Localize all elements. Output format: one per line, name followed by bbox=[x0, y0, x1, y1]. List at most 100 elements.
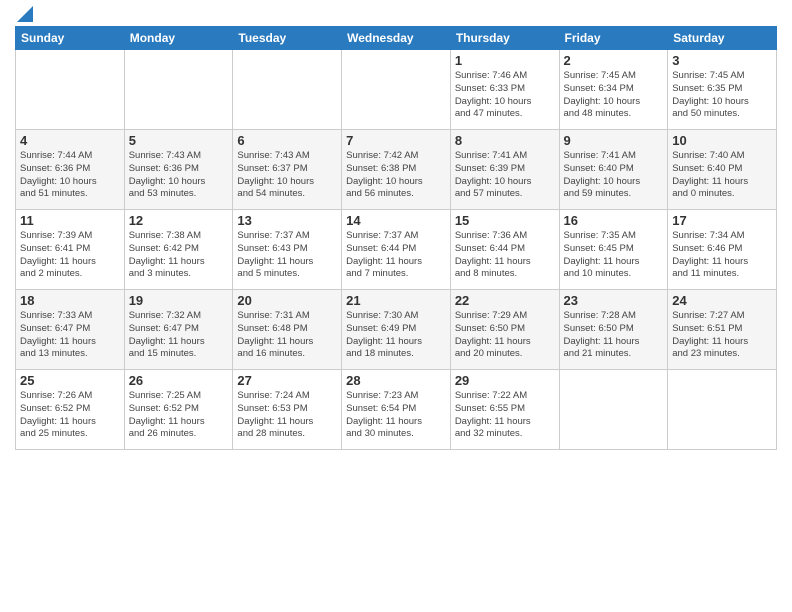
calendar-cell: 26Sunrise: 7:25 AMSunset: 6:52 PMDayligh… bbox=[124, 370, 233, 450]
day-info: Sunrise: 7:30 AMSunset: 6:49 PMDaylight:… bbox=[346, 310, 446, 361]
day-number: 3 bbox=[672, 53, 772, 68]
calendar-cell: 29 Sunrise: 7:22 AMSunset: 6:55 PMDayligh… bbox=[450, 370, 559, 450]
day-number: 4 bbox=[20, 133, 120, 148]
header bbox=[15, 10, 777, 18]
day-number: 23 bbox=[564, 293, 664, 308]
day-info: Sunrise: 7:41 AMSunset: 6:39 PMDaylight:… bbox=[455, 150, 555, 201]
day-number: 17 bbox=[672, 213, 772, 228]
calendar-cell: 11 Sunrise: 7:39 AMSunset: 6:41 PMDayligh… bbox=[16, 210, 125, 290]
day-number: 24 bbox=[672, 293, 772, 308]
main-container: SundayMondayTuesdayWednesdayThursdayFrid… bbox=[0, 0, 792, 612]
day-number: 28 bbox=[346, 373, 446, 388]
calendar-cell: 2 Sunrise: 7:45 AMSunset: 6:34 PMDaylight… bbox=[559, 50, 668, 130]
weekday-header-thursday: Thursday bbox=[450, 27, 559, 50]
day-number: 11 bbox=[20, 213, 120, 228]
calendar-cell: 1Sunrise: 7:46 AMSunset: 6:33 PMDaylight… bbox=[450, 50, 559, 130]
day-info: Sunrise: 7:27 AMSunset: 6:51 PMDaylight:… bbox=[672, 310, 772, 361]
day-info: Sunrise: 7:37 AMSunset: 6:44 PMDaylight:… bbox=[346, 230, 446, 281]
day-info: Sunrise: 7:35 AMSunset: 6:45 PMDaylight:… bbox=[564, 230, 664, 281]
day-info: Sunrise: 7:39 AMSunset: 6:41 PMDaylight:… bbox=[20, 230, 120, 281]
day-number: 18 bbox=[20, 293, 120, 308]
calendar-cell: 9 Sunrise: 7:41 AMSunset: 6:40 PMDaylight… bbox=[559, 130, 668, 210]
day-info: Sunrise: 7:36 AMSunset: 6:44 PMDaylight:… bbox=[455, 230, 555, 281]
day-number: 15 bbox=[455, 213, 555, 228]
day-number: 20 bbox=[237, 293, 337, 308]
calendar-cell: 27 Sunrise: 7:24 AMSunset: 6:53 PMDayligh… bbox=[233, 370, 342, 450]
day-info: Sunrise: 7:32 AMSunset: 6:47 PMDaylight:… bbox=[129, 310, 229, 361]
day-info: Sunrise: 7:29 AMSunset: 6:50 PMDaylight:… bbox=[455, 310, 555, 361]
day-number: 6 bbox=[237, 133, 337, 148]
calendar-cell bbox=[233, 50, 342, 130]
day-info: Sunrise: 7:34 AMSunset: 6:46 PMDaylight:… bbox=[672, 230, 772, 281]
calendar-cell: 25 Sunrise: 7:26 AMSunset: 6:52 PMDayligh… bbox=[16, 370, 125, 450]
day-info: Sunrise: 7:33 AMSunset: 6:47 PMDaylight:… bbox=[20, 310, 120, 361]
day-info: Sunrise: 7:28 AMSunset: 6:50 PMDaylight:… bbox=[564, 310, 664, 361]
calendar-cell bbox=[668, 370, 777, 450]
day-info: Sunrise: 7:23 AMSunset: 6:54 PMDaylight:… bbox=[346, 390, 446, 441]
day-info: Sunrise: 7:40 AMSunset: 6:40 PMDaylight:… bbox=[672, 150, 772, 201]
day-number: 12 bbox=[129, 213, 229, 228]
calendar-cell bbox=[16, 50, 125, 130]
day-info: Sunrise: 7:38 AMSunset: 6:42 PMDaylight:… bbox=[129, 230, 229, 281]
day-info: Sunrise: 7:41 AMSunset: 6:40 PMDaylight:… bbox=[564, 150, 664, 201]
day-info: Sunrise: 7:22 AMSunset: 6:55 PMDaylight:… bbox=[455, 390, 555, 441]
calendar-week-row: 11 Sunrise: 7:39 AMSunset: 6:41 PMDayligh… bbox=[16, 210, 777, 290]
day-number: 5 bbox=[129, 133, 229, 148]
weekday-header-friday: Friday bbox=[559, 27, 668, 50]
calendar-header: SundayMondayTuesdayWednesdayThursdayFrid… bbox=[16, 27, 777, 50]
day-info: Sunrise: 7:42 AMSunset: 6:38 PMDaylight:… bbox=[346, 150, 446, 201]
weekday-header-tuesday: Tuesday bbox=[233, 27, 342, 50]
day-info: Sunrise: 7:37 AMSunset: 6:43 PMDaylight:… bbox=[237, 230, 337, 281]
day-number: 2 bbox=[564, 53, 664, 68]
calendar-week-row: 4 Sunrise: 7:44 AMSunset: 6:36 PMDaylight… bbox=[16, 130, 777, 210]
day-info: Sunrise: 7:31 AMSunset: 6:48 PMDaylight:… bbox=[237, 310, 337, 361]
calendar-cell: 14Sunrise: 7:37 AMSunset: 6:44 PMDayligh… bbox=[342, 210, 451, 290]
weekday-header-row: SundayMondayTuesdayWednesdayThursdayFrid… bbox=[16, 27, 777, 50]
calendar-week-row: 25 Sunrise: 7:26 AMSunset: 6:52 PMDayligh… bbox=[16, 370, 777, 450]
day-number: 1 bbox=[455, 53, 555, 68]
day-info: Sunrise: 7:26 AMSunset: 6:52 PMDaylight:… bbox=[20, 390, 120, 441]
day-info: Sunrise: 7:43 AMSunset: 6:37 PMDaylight:… bbox=[237, 150, 337, 201]
day-number: 25 bbox=[20, 373, 120, 388]
calendar-cell: 17 Sunrise: 7:34 AMSunset: 6:46 PMDayligh… bbox=[668, 210, 777, 290]
calendar-cell: 7 Sunrise: 7:42 AMSunset: 6:38 PMDaylight… bbox=[342, 130, 451, 210]
day-info: Sunrise: 7:45 AMSunset: 6:35 PMDaylight:… bbox=[672, 70, 772, 121]
day-number: 19 bbox=[129, 293, 229, 308]
calendar-cell: 16Sunrise: 7:35 AMSunset: 6:45 PMDayligh… bbox=[559, 210, 668, 290]
calendar-cell: 4 Sunrise: 7:44 AMSunset: 6:36 PMDaylight… bbox=[16, 130, 125, 210]
calendar-cell: 19 Sunrise: 7:32 AMSunset: 6:47 PMDayligh… bbox=[124, 290, 233, 370]
calendar-body: 1Sunrise: 7:46 AMSunset: 6:33 PMDaylight… bbox=[16, 50, 777, 450]
calendar-cell bbox=[124, 50, 233, 130]
calendar-cell: 8 Sunrise: 7:41 AMSunset: 6:39 PMDaylight… bbox=[450, 130, 559, 210]
calendar-cell bbox=[342, 50, 451, 130]
weekday-header-saturday: Saturday bbox=[668, 27, 777, 50]
calendar-cell: 13 Sunrise: 7:37 AMSunset: 6:43 PMDayligh… bbox=[233, 210, 342, 290]
calendar-cell: 21Sunrise: 7:30 AMSunset: 6:49 PMDayligh… bbox=[342, 290, 451, 370]
calendar-cell: 12 Sunrise: 7:38 AMSunset: 6:42 PMDayligh… bbox=[124, 210, 233, 290]
day-number: 13 bbox=[237, 213, 337, 228]
logo bbox=[15, 10, 33, 18]
day-info: Sunrise: 7:44 AMSunset: 6:36 PMDaylight:… bbox=[20, 150, 120, 201]
calendar-cell: 10 Sunrise: 7:40 AMSunset: 6:40 PMDayligh… bbox=[668, 130, 777, 210]
day-number: 7 bbox=[346, 133, 446, 148]
day-info: Sunrise: 7:25 AMSunset: 6:52 PMDaylight:… bbox=[129, 390, 229, 441]
day-number: 27 bbox=[237, 373, 337, 388]
calendar-cell: 5Sunrise: 7:43 AMSunset: 6:36 PMDaylight… bbox=[124, 130, 233, 210]
calendar-cell: 28 Sunrise: 7:23 AMSunset: 6:54 PMDayligh… bbox=[342, 370, 451, 450]
logo-icon bbox=[17, 6, 33, 22]
calendar-cell: 22 Sunrise: 7:29 AMSunset: 6:50 PMDayligh… bbox=[450, 290, 559, 370]
calendar-cell bbox=[559, 370, 668, 450]
day-number: 9 bbox=[564, 133, 664, 148]
day-number: 8 bbox=[455, 133, 555, 148]
day-number: 10 bbox=[672, 133, 772, 148]
day-info: Sunrise: 7:45 AMSunset: 6:34 PMDaylight:… bbox=[564, 70, 664, 121]
weekday-header-wednesday: Wednesday bbox=[342, 27, 451, 50]
calendar-cell: 24 Sunrise: 7:27 AMSunset: 6:51 PMDayligh… bbox=[668, 290, 777, 370]
day-number: 29 bbox=[455, 373, 555, 388]
calendar-week-row: 18 Sunrise: 7:33 AMSunset: 6:47 PMDayligh… bbox=[16, 290, 777, 370]
day-number: 22 bbox=[455, 293, 555, 308]
weekday-header-monday: Monday bbox=[124, 27, 233, 50]
day-info: Sunrise: 7:24 AMSunset: 6:53 PMDaylight:… bbox=[237, 390, 337, 441]
calendar-cell: 15 Sunrise: 7:36 AMSunset: 6:44 PMDayligh… bbox=[450, 210, 559, 290]
calendar-cell: 18 Sunrise: 7:33 AMSunset: 6:47 PMDayligh… bbox=[16, 290, 125, 370]
